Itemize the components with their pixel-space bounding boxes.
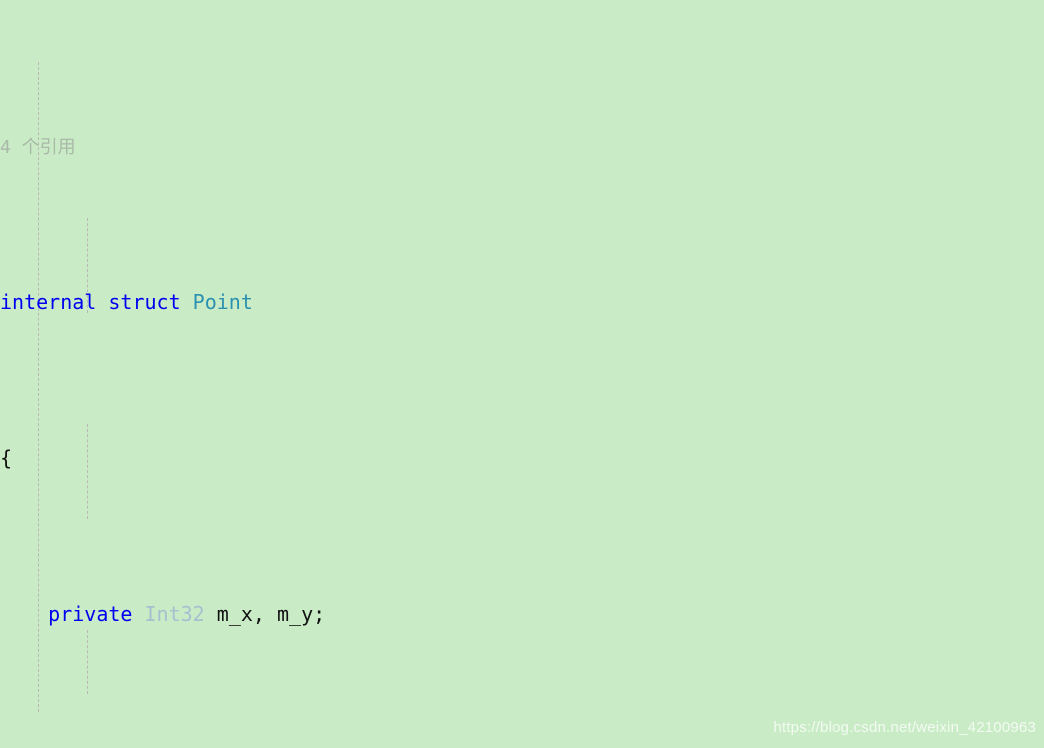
token-field-names: m_x, m_y;	[216, 601, 326, 626]
line-struct-open-brace: {	[0, 443, 1044, 474]
token-internal: internal	[0, 289, 97, 314]
code-block[interactable]: 4 个引用 internal struct Point { private In…	[0, 0, 1044, 748]
token-brace-open: {	[0, 445, 13, 470]
token-private: private	[48, 601, 133, 626]
token-field-type: Int32	[144, 601, 205, 626]
token-struct-name: Point	[192, 289, 253, 314]
token-struct: struct	[108, 289, 181, 314]
line-struct-declaration: internal struct Point	[0, 287, 1044, 318]
codelens-struct-point[interactable]: 4 个引用	[0, 131, 1044, 162]
line-field-declaration: private Int32 m_x, m_y;	[0, 599, 1044, 630]
codelens-label: 4 个引用	[0, 136, 76, 158]
watermark-text: https://blog.csdn.net/weixin_42100963	[773, 718, 1036, 736]
code-editor-surface[interactable]: 4 个引用 internal struct Point { private In…	[0, 0, 1044, 748]
